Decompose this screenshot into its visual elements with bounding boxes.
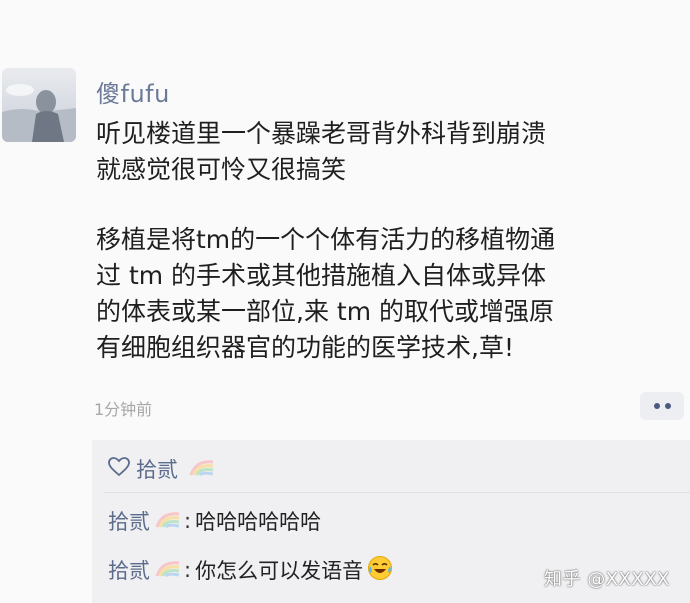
comment-text: 哈哈哈哈哈哈 — [195, 510, 322, 534]
more-dots-icon — [664, 403, 671, 409]
comment-text: 你怎么可以发语音 — [195, 559, 364, 583]
comment-author[interactable]: 拾贰 — [108, 506, 150, 536]
post-paragraph-2: 移植是将tm的一个个体有活力的移植物通 过 tm 的手术或其他措施植入自体或异体… — [96, 225, 556, 362]
watermark: 知乎 @XXXXX — [544, 569, 670, 590]
rainbow-badge-icon — [154, 508, 182, 535]
more-dots-icon — [653, 403, 660, 409]
comment-separator: : — [184, 558, 192, 582]
like-user[interactable]: 拾贰 — [136, 454, 178, 484]
heart-outline-icon — [108, 456, 130, 482]
moment-post: 傻fufu 听见楼道里一个暴躁老哥背外科背到崩溃 就感觉很可怜又很搞笑 移植是将… — [0, 0, 690, 603]
likes-row: 拾贰 — [108, 454, 216, 484]
comment-author[interactable]: 拾贰 — [108, 555, 150, 585]
post-time: 1分钟前 — [94, 400, 153, 419]
comment-separator: : — [184, 509, 192, 533]
comment-item[interactable]: 拾贰 : 哈哈哈哈哈哈 — [108, 504, 321, 538]
rainbow-badge-icon — [154, 557, 182, 584]
post-content: 听见楼道里一个暴躁老哥背外科背到崩溃 就感觉很可怜又很搞笑 移植是将tm的一个个… — [96, 116, 676, 366]
username[interactable]: 傻fufu — [96, 74, 170, 109]
rainbow-badge-icon — [188, 456, 216, 483]
comment-item[interactable]: 拾贰 : 你怎么可以发语音 — [108, 553, 393, 587]
avatar[interactable] — [2, 68, 76, 142]
divider — [104, 492, 690, 493]
laughing-tears-emoji-icon — [367, 555, 393, 586]
more-button[interactable] — [640, 392, 684, 420]
post-paragraph-1: 听见楼道里一个暴躁老哥背外科背到崩溃 就感觉很可怜又很搞笑 — [96, 119, 547, 184]
